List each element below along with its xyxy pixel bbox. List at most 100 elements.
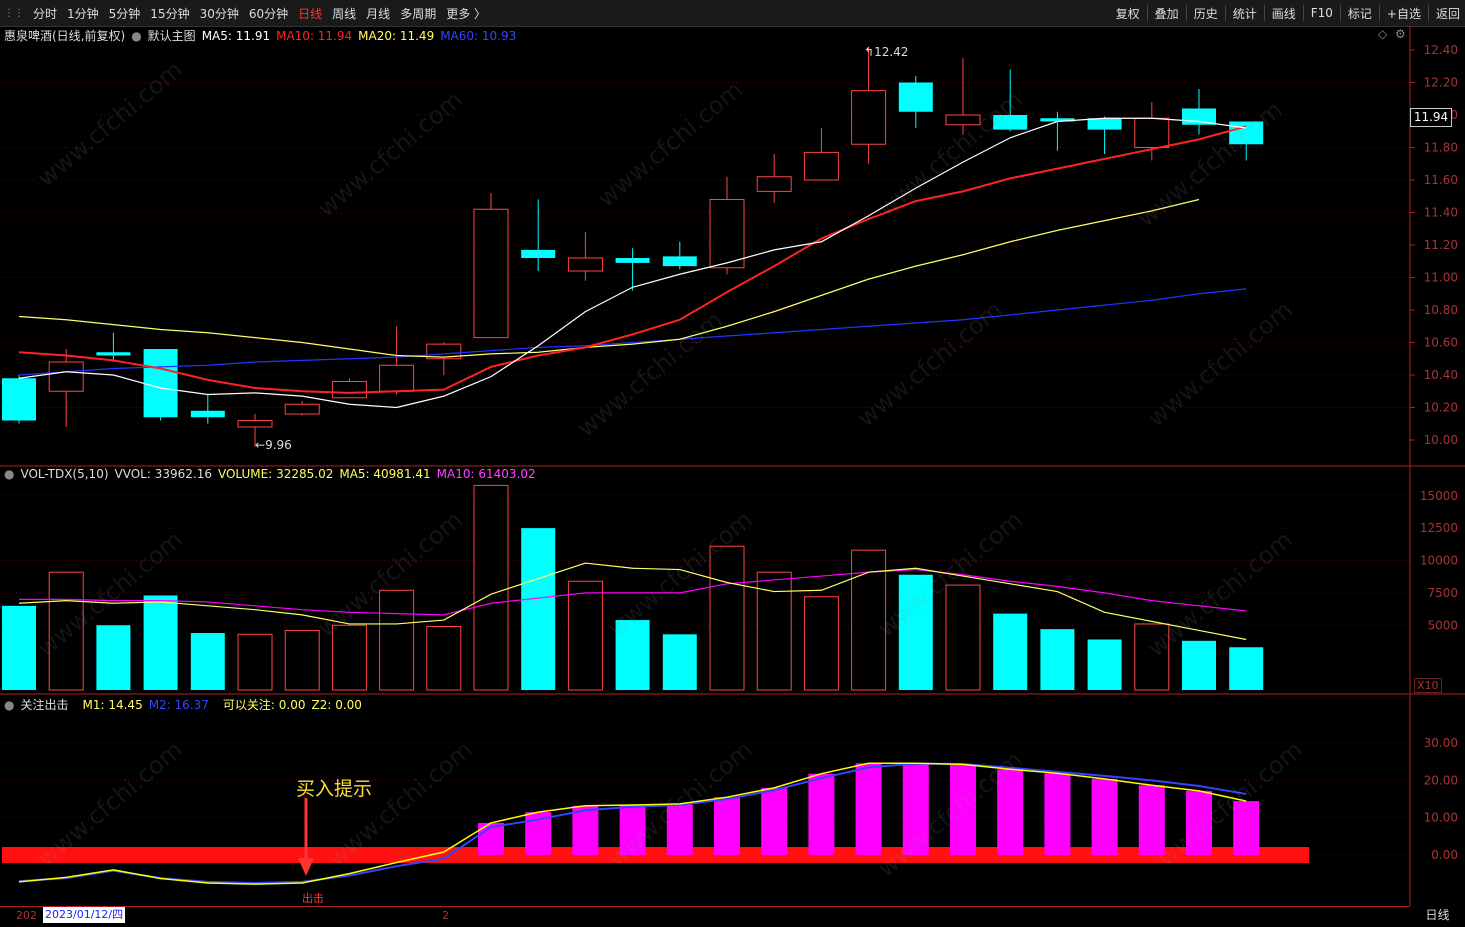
- candle-body: [521, 249, 556, 258]
- vol-ma5-value: MA5: 40981.41: [339, 467, 431, 481]
- candle-body: [945, 114, 981, 126]
- m1-value: M1: 14.45: [82, 697, 143, 712]
- panel-dot-icon[interactable]: ●: [4, 467, 14, 481]
- volume-bar: [567, 580, 603, 691]
- volume-bar: [1229, 647, 1264, 690]
- period-tab-5[interactable]: 60分钟: [244, 5, 293, 22]
- toolbar-action-6[interactable]: 标记: [1343, 5, 1377, 22]
- toolbar-action-7[interactable]: +自选: [1382, 5, 1426, 22]
- volume-value: VOLUME: 32285.02: [217, 467, 334, 481]
- period-tab-8[interactable]: 月线: [361, 5, 395, 22]
- indicator-panel-info: ● 关注出击 M1: 14.45 M2: 16.37 可以关注: 0.00 Z2…: [4, 696, 368, 713]
- indicator-name[interactable]: 关注出击: [20, 696, 68, 713]
- period-tab-1[interactable]: 1分钟: [62, 5, 104, 22]
- toolbar-divider: [1224, 5, 1226, 21]
- period-toolbar: ⋮⋮ 分时 1分钟 5分钟 15分钟 30分钟 60分钟 日线 周线 月线 多周期 更多 〉 复权叠…: [0, 0, 1465, 27]
- focus-value: 可以关注: 0.00: [222, 698, 306, 712]
- candle-body: [237, 420, 273, 428]
- price-tick-label: 10.20: [1424, 401, 1458, 415]
- period-tab-2[interactable]: 5分钟: [104, 5, 146, 22]
- toolbar-action-5[interactable]: F10: [1306, 6, 1338, 20]
- volume-bar: [190, 633, 225, 690]
- candle-body: [48, 361, 84, 392]
- toolbar-actions: 复权 叠加 历史 统计 画线 F10 标记 +自选 返回: [1111, 0, 1465, 26]
- candle-body: [331, 381, 367, 399]
- volume-bar: [803, 596, 839, 691]
- toolbar-action-8[interactable]: 返回: [1431, 5, 1465, 22]
- candle-body: [190, 410, 225, 418]
- ma20-value: MA20: 11.49: [358, 28, 435, 43]
- volume-bar: [331, 624, 367, 691]
- price-tick-label: 10.80: [1424, 303, 1458, 317]
- indicator-tick-label: 30.00: [1424, 736, 1458, 750]
- template-label[interactable]: 默认主图: [148, 27, 196, 44]
- candle-body: [96, 352, 131, 356]
- period-tab-7[interactable]: 周线: [327, 5, 361, 22]
- kline-chart[interactable]: 12.4012.2012.0011.8011.6011.4011.2011.00…: [0, 26, 1465, 906]
- toolbar-action-1[interactable]: 叠加: [1150, 5, 1184, 22]
- price-tick-label: 11.80: [1424, 141, 1458, 155]
- buy-hint-label: 买入提示: [296, 778, 373, 800]
- candle-body: [567, 257, 603, 272]
- period-tab-10[interactable]: 更多 〉: [441, 5, 491, 22]
- ma20-line: [18, 198, 1200, 358]
- period-tab-0[interactable]: 分时: [28, 5, 62, 22]
- indicator-bar: [902, 763, 929, 855]
- low-annotation: ←9.96: [255, 438, 292, 452]
- period-tab-3[interactable]: 15分钟: [145, 5, 194, 22]
- price-tick-label: 11.40: [1424, 206, 1458, 220]
- volume-bar: [709, 545, 745, 691]
- period-tab-6[interactable]: 日线: [293, 5, 327, 22]
- price-tick-label: 10.00: [1424, 433, 1458, 447]
- drag-handle-icon[interactable]: ⋮⋮: [0, 8, 28, 19]
- toolbar-action-4[interactable]: 画线: [1267, 5, 1301, 22]
- price-tick-label: 11.60: [1424, 173, 1458, 187]
- toolbar-action-3[interactable]: 统计: [1228, 5, 1262, 22]
- volume-bar: [945, 584, 981, 691]
- vol-ma10-value: MA10: 61403.02: [436, 467, 536, 481]
- indicator-bar: [855, 763, 882, 855]
- toolbar-action-0[interactable]: 复权: [1111, 5, 1145, 22]
- candle-body: [143, 349, 178, 418]
- template-dot-icon[interactable]: ●: [131, 29, 141, 43]
- indicator-bar: [997, 769, 1024, 855]
- volume-bar: [143, 595, 178, 690]
- vol-indicator-name[interactable]: VOL-TDX(5,10): [20, 467, 108, 481]
- diamond-icon[interactable]: ◇: [1378, 27, 1387, 41]
- volume-unit-label: X10: [1414, 678, 1442, 693]
- candle-body: [379, 364, 415, 392]
- volume-bar: [237, 633, 273, 691]
- toolbar-divider: [1427, 5, 1429, 21]
- candle-body: [1182, 108, 1216, 125]
- z2-value: Z2: 0.00: [311, 697, 362, 712]
- settings-icon[interactable]: ⚙: [1395, 27, 1406, 41]
- volume-bar: [1087, 639, 1122, 690]
- toolbar-divider: [1263, 5, 1265, 21]
- volume-bar: [1134, 623, 1170, 691]
- volume-bar: [96, 625, 131, 690]
- exit-label: 出击: [302, 892, 324, 905]
- candle-body: [1229, 121, 1264, 145]
- volume-panel-info: ● VOL-TDX(5,10) VVOL: 33962.16 VOLUME: 3…: [4, 467, 542, 481]
- panel-dot-icon[interactable]: ●: [4, 698, 14, 712]
- indicator-bar: [808, 773, 835, 855]
- volume-tick-label: 7500: [1427, 586, 1458, 600]
- candle-body: [756, 176, 792, 192]
- price-tick-label: 12.40: [1424, 43, 1458, 57]
- candle-body: [803, 151, 839, 181]
- period-tab[interactable]: 日线: [1415, 906, 1460, 924]
- period-tab-4[interactable]: 30分钟: [195, 5, 244, 22]
- volume-tick-label: 12500: [1420, 521, 1458, 535]
- toolbar-action-2[interactable]: 历史: [1189, 5, 1223, 22]
- period-tab-9[interactable]: 多周期: [395, 5, 441, 22]
- indicator-bar: [1233, 801, 1260, 855]
- candle-body: [473, 208, 509, 339]
- candle-body: [284, 403, 320, 415]
- indicator-bar: [761, 787, 788, 855]
- high-annotation: ↰12.42: [864, 45, 909, 59]
- volume-bar: [48, 571, 84, 691]
- candle-body: [709, 199, 745, 269]
- indicator-tick-label: 0.00: [1431, 848, 1458, 862]
- volume-bar: [662, 634, 697, 690]
- ma5-value: MA5: 11.91: [201, 28, 271, 43]
